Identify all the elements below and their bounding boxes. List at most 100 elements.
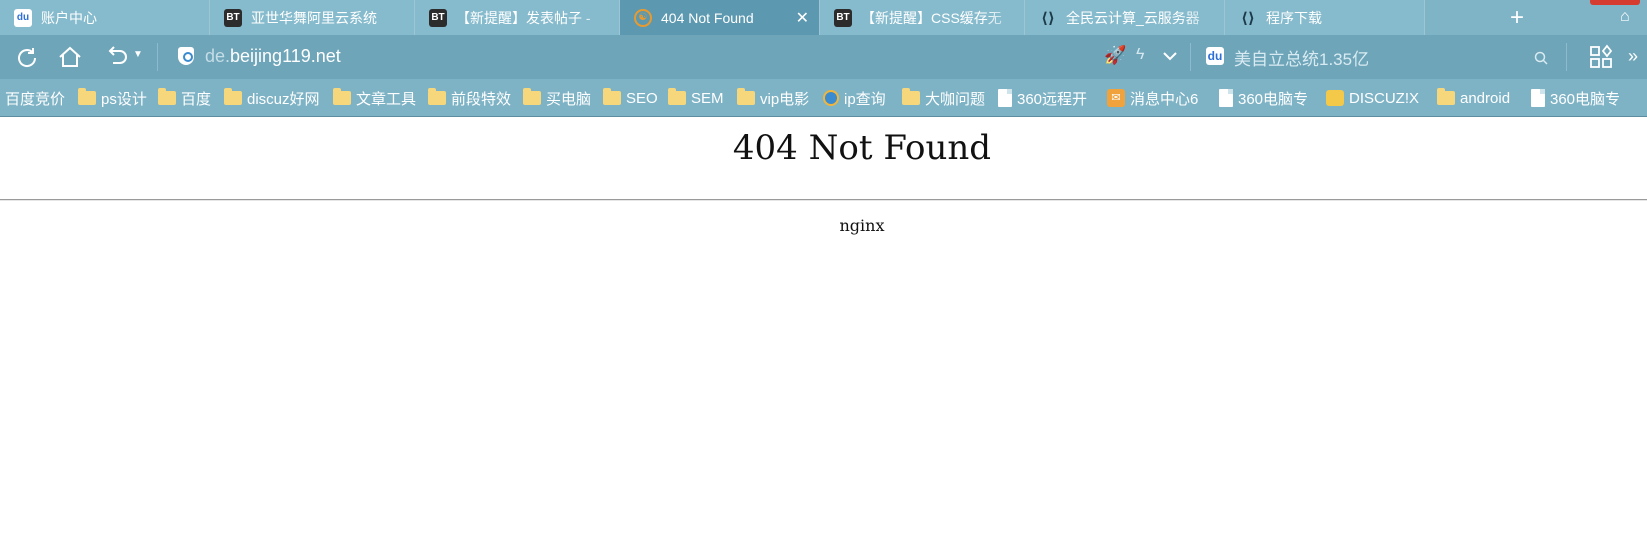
folder-icon [224, 88, 242, 105]
page-heading: 404 Not Found [732, 128, 992, 168]
tab-title: 亚世华舞阿里云系统 [251, 9, 377, 26]
new-tab-icon[interactable]: + [1510, 4, 1524, 32]
bookmark-label: android [1460, 89, 1511, 107]
document-icon [1531, 89, 1545, 107]
ie-globe-icon [823, 90, 839, 106]
server-signature: nginx [839, 216, 885, 235]
bookmark-label: 前段特效 [451, 90, 512, 108]
bt-icon: BT [834, 8, 852, 27]
bookmark-label: ps设计 [101, 90, 147, 108]
tab-strip: du 账户中心 BT 亚世华舞阿里云系统 BT 【新提醒】发表帖子 - ☯ 40… [0, 0, 1647, 35]
more-chevron-icon[interactable]: » [1628, 46, 1638, 67]
bookmark-label: 大咖问题 [925, 90, 986, 108]
search-icon[interactable] [1534, 51, 1548, 65]
chevron-down-icon[interactable] [1162, 50, 1178, 62]
bt-icon: BT [429, 8, 447, 27]
apps-grid-icon[interactable] [1588, 44, 1614, 70]
document-icon [998, 89, 1012, 107]
bt-icon: BT [224, 8, 242, 27]
bookmark-360-pc-expert[interactable]: 360电脑专 [1219, 88, 1308, 108]
bookmark-label: 百度 [181, 90, 212, 108]
bookmark-label: DISCUZ!X [1349, 89, 1420, 107]
tab-title: 程序下载 [1266, 9, 1322, 26]
bookmark-android[interactable]: android [1437, 88, 1510, 108]
bookmark-baidu[interactable]: 百度 [158, 88, 211, 108]
bookmarks-bar: 百度竞价 ps设计 百度 discuz好网 文章工具 前段特效 买电脑 SEO … [0, 79, 1647, 117]
recording-indicator [1590, 0, 1640, 5]
bookmark-label: 消息中心6 [1130, 90, 1199, 108]
tab-title: 【新提醒】CSS缓存无 [861, 9, 1002, 26]
bookmark-360-remote[interactable]: 360远程开 [998, 88, 1087, 108]
undo-icon[interactable] [105, 45, 131, 69]
folder-icon [1437, 88, 1455, 105]
folder-icon [668, 88, 686, 105]
message-icon: ✉ [1107, 89, 1125, 107]
bookmark-discuz-sites[interactable]: discuz好网 [224, 88, 320, 108]
bookmark-ps-design[interactable]: ps设计 [78, 88, 147, 108]
folder-icon [523, 88, 541, 105]
bookmark-label: vip电影 [760, 90, 810, 108]
bookmark-ip-lookup[interactable]: ip查询 [823, 88, 886, 108]
folder-icon [333, 88, 351, 105]
folder-icon [737, 88, 755, 105]
bookmark-label: ip查询 [844, 90, 886, 108]
bookmark-label: discuz好网 [247, 90, 320, 108]
folder-icon [428, 88, 446, 105]
discuz-icon [1326, 90, 1344, 106]
refresh-icon[interactable] [14, 45, 40, 71]
bookmark-seo[interactable]: SEO [603, 88, 658, 108]
search-box[interactable]: du 美自立总统1.35亿 [1196, 42, 1556, 72]
bookmark-label: 360电脑专 [1550, 90, 1621, 108]
tab-404-not-found[interactable]: ☯ 404 Not Found ✕ [620, 0, 820, 35]
horizontal-rule [0, 199, 1647, 201]
bookmark-label: SEM [691, 89, 724, 107]
bookmark-label: 百度竞价 [5, 90, 66, 108]
tab-title: 404 Not Found [661, 9, 754, 26]
home-icon[interactable] [57, 44, 83, 70]
baidu-paw-icon: du [1206, 47, 1224, 65]
tab-title: 账户中心 [41, 9, 97, 26]
folder-icon [158, 88, 176, 105]
folder-icon [902, 88, 920, 105]
lightning-icon[interactable]: ϟ [1136, 46, 1144, 64]
address-bar[interactable]: de.beijing119.net [205, 46, 341, 67]
chevron-down-icon[interactable]: ▼ [133, 49, 143, 60]
close-tab-icon[interactable]: ✕ [796, 8, 809, 28]
tab-css-cache[interactable]: BT 【新提醒】CSS缓存无 [820, 0, 1025, 35]
bookmark-label: SEO [626, 89, 658, 107]
bookmark-360-pc-expert-2[interactable]: 360电脑专 [1531, 88, 1620, 108]
folder-icon [603, 88, 621, 105]
bookmark-expert-questions[interactable]: 大咖问题 [902, 88, 985, 108]
cloud-icon: ⟨⟩ [1241, 9, 1255, 27]
bookmark-sem[interactable]: SEM [668, 88, 724, 108]
page-content: 404 Not Found nginx [0, 118, 1647, 559]
bookmark-article-tools[interactable]: 文章工具 [333, 88, 416, 108]
bookmark-buy-computer[interactable]: 买电脑 [523, 88, 591, 108]
tab-account-center[interactable]: du 账户中心 [0, 0, 210, 35]
bookmark-discuz-x[interactable]: DISCUZ!X [1326, 88, 1419, 108]
folder-icon [78, 88, 96, 105]
baidu-paw-icon: du [14, 8, 32, 27]
bookmark-vip-movies[interactable]: vip电影 [737, 88, 809, 108]
bookmark-label: 文章工具 [356, 90, 417, 108]
bookmark-label: 360远程开 [1017, 90, 1088, 108]
tab-title: 【新提醒】发表帖子 - [456, 9, 591, 26]
nginx-icon: ☯ [634, 8, 652, 27]
tab-new-post[interactable]: BT 【新提醒】发表帖子 - [415, 0, 620, 35]
tab-title: 全民云计算_云服务器 [1066, 9, 1200, 26]
bookmark-frontend-effects[interactable]: 前段特效 [428, 88, 511, 108]
tab-aliyun-system[interactable]: BT 亚世华舞阿里云系统 [210, 0, 415, 35]
tab-program-download[interactable]: ⟨⟩ 程序下载 [1225, 0, 1425, 35]
address-toolbar: ▼ de.beijing119.net 🚀 ϟ du 美自立总统1.35亿 » [0, 35, 1647, 79]
rocket-icon[interactable]: 🚀 [1104, 45, 1126, 66]
bookmark-message-center[interactable]: ✉ 消息中心6 [1107, 88, 1198, 108]
bookmark-label: 买电脑 [546, 90, 592, 108]
document-icon [1219, 89, 1233, 107]
cloud-icon: ⟨⟩ [1041, 9, 1055, 27]
search-suggestion: 美自立总统1.35亿 [1234, 50, 1370, 69]
tab-cloud-computing[interactable]: ⟨⟩ 全民云计算_云服务器 [1025, 0, 1225, 35]
bookmark-baidu-bidding[interactable]: 百度竞价 [5, 88, 65, 108]
bookmark-label: 360电脑专 [1238, 90, 1309, 108]
security-shield-icon[interactable] [178, 47, 194, 65]
skin-icon[interactable]: ⌂ [1620, 8, 1630, 26]
